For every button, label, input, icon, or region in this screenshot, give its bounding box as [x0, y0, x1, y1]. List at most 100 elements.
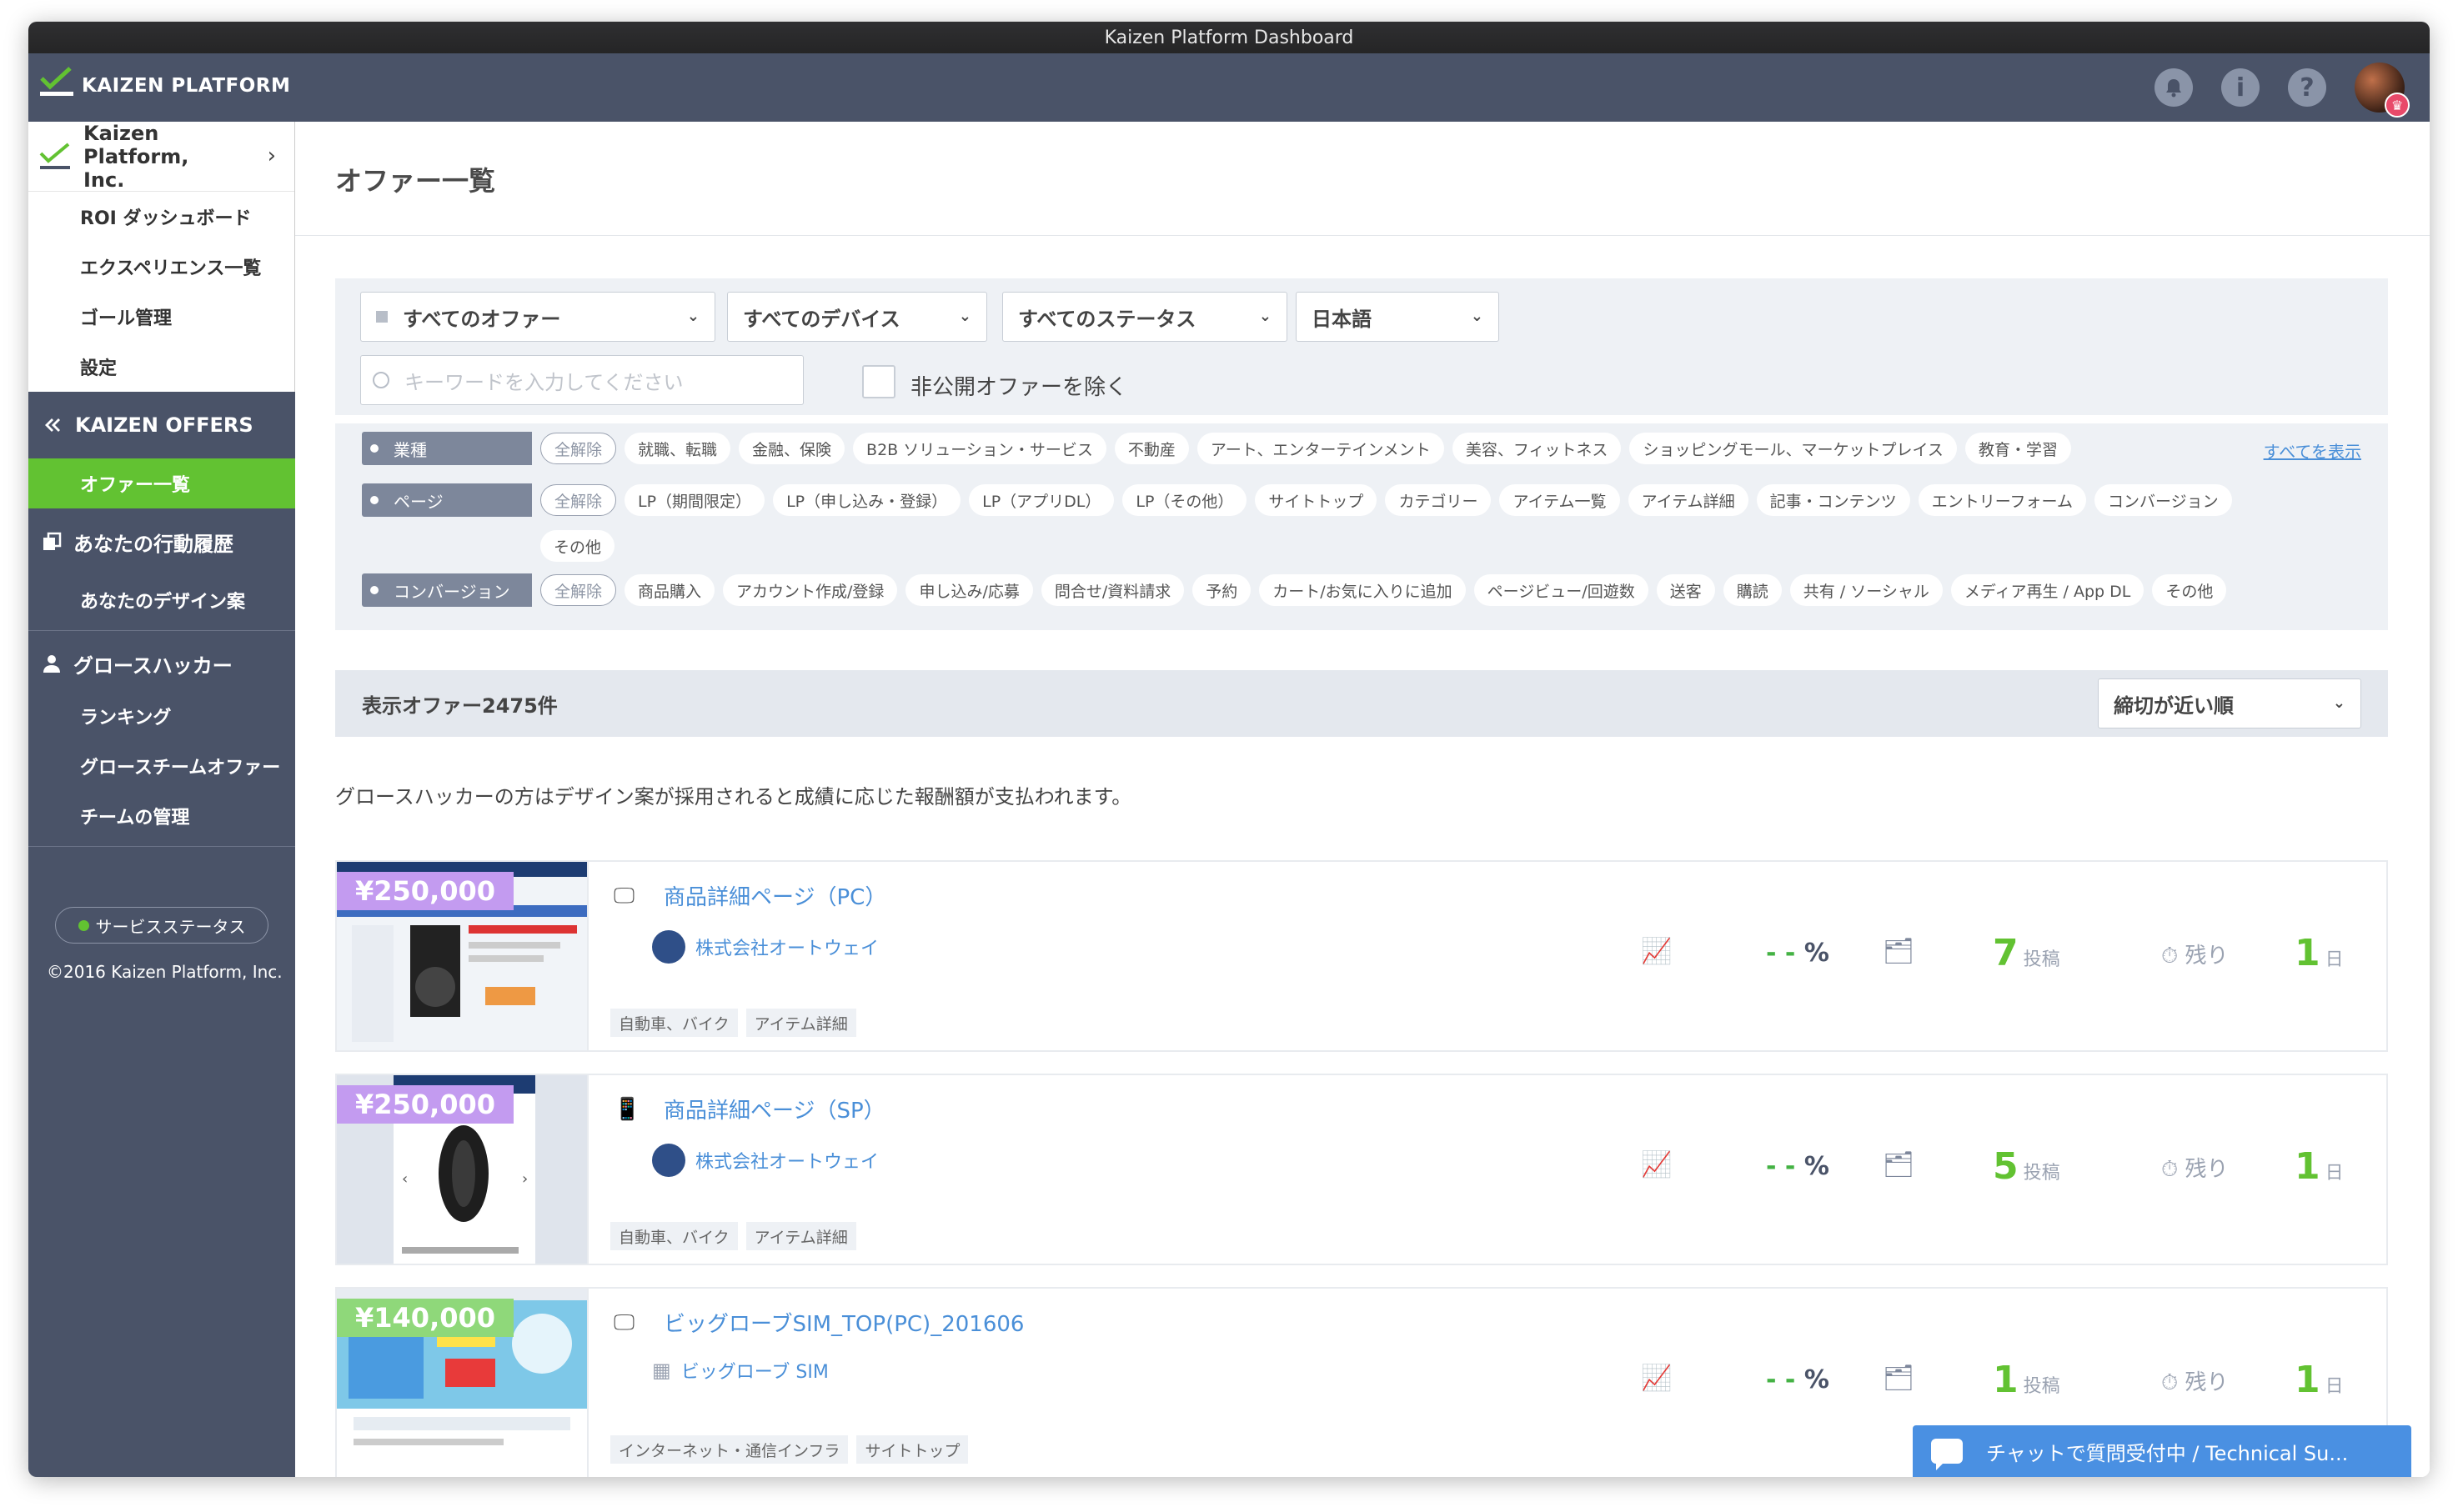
posts-value: 1 — [1993, 1359, 2019, 1401]
sidebar-item-experience-list[interactable]: エクスペリエンス一覧 — [28, 242, 294, 292]
sidebar-item-offer-list[interactable]: オファー一覧 — [28, 458, 295, 508]
tag-chip[interactable]: 共有 / ソーシャル — [1789, 574, 1943, 606]
select-value: すべてのデバイス — [743, 307, 900, 331]
tag-chip[interactable]: LP（その他） — [1122, 484, 1247, 516]
tag-chip[interactable]: 購読 — [1723, 574, 1782, 606]
tag-chip[interactable]: LP（申し込み・登録） — [773, 484, 961, 516]
kaizen-logo[interactable]: KAIZEN PLATFORM — [38, 65, 290, 98]
tag-chip[interactable]: 美容、フィットネス — [1452, 433, 1622, 464]
exclude-private-checkbox[interactable] — [862, 365, 895, 398]
remaining-label: ⏱ 残り — [2161, 1365, 2229, 1396]
tag-chip[interactable]: サイトトップ — [1255, 484, 1377, 516]
clear-page-button[interactable]: 全解除 — [540, 484, 617, 516]
clear-conversion-button[interactable]: 全解除 — [540, 574, 617, 606]
offer-card[interactable]: ‹ › ¥250,000 📱 商品詳細ページ（SP） 株式会社オートウェイ 自動… — [335, 1074, 2388, 1265]
tag-chip[interactable]: メディア再生 / App DL — [1950, 574, 2144, 606]
exclude-private-label: 非公開オファーを除く — [910, 375, 1128, 400]
tag-chip[interactable]: ショッピングモール、マーケットプレイス — [1629, 433, 1957, 464]
tag-chip[interactable]: アカウント作成/登録 — [723, 574, 898, 606]
offer-type-select[interactable]: すべてのオファー ⌄ — [360, 292, 715, 342]
remain-text: 残り — [2185, 1370, 2229, 1395]
chat-bubble-icon — [1931, 1439, 1963, 1470]
tag-chip[interactable]: 問合せ/資料請求 — [1041, 574, 1185, 606]
offer-thumbnail[interactable]: ‹ › ¥250,000 — [337, 1075, 589, 1264]
user-avatar[interactable]: ♛ — [2355, 63, 2410, 118]
stopwatch-icon: ⏱ — [2161, 944, 2179, 969]
tag-filter-panel: 業種 全解除 就職、転職 金融、保険 B2B ソリューション・サービス 不動産 … — [335, 423, 2388, 630]
offer-thumbnail[interactable]: ¥140,000 — [337, 1289, 589, 1477]
tag-chip[interactable]: 記事・コンテンツ — [1756, 484, 1910, 516]
company-link[interactable]: ▦ ビッグローブ SIM — [652, 1357, 829, 1384]
tag-chip[interactable]: 就職、転職 — [625, 433, 731, 464]
dot-icon — [370, 444, 379, 453]
clear-industry-button[interactable]: 全解除 — [540, 433, 617, 464]
sidebar-item-roi-dashboard[interactable]: ROI ダッシュボード — [28, 192, 294, 242]
tag-chip[interactable]: アイテム一覧 — [1499, 484, 1620, 516]
bell-icon[interactable] — [2155, 68, 2193, 107]
price-badge: ¥250,000 — [337, 872, 514, 910]
days-value: 1 — [2295, 1359, 2320, 1401]
offer-title[interactable]: 商品詳細ページ（SP） — [664, 1094, 885, 1124]
sidebar-item-label: エクスペリエンス一覧 — [80, 258, 262, 279]
documents-icon: 🗂 — [1883, 1150, 1915, 1179]
show-all-link[interactable]: すべてを表示 — [2264, 438, 2361, 463]
posts-unit: 投稿 — [2023, 1376, 2060, 1397]
tag-chip[interactable]: 教育・学習 — [1964, 433, 2071, 464]
language-select[interactable]: 日本語 ⌄ — [1296, 292, 1499, 342]
tag-chip[interactable]: カテゴリー — [1385, 484, 1492, 516]
tag-chip[interactable]: アイテム詳細 — [1628, 484, 1748, 516]
tag-chip[interactable]: 申し込み/応募 — [905, 574, 1033, 606]
chat-widget-button[interactable]: チャットで質問受付中 / Technical Su... — [1913, 1425, 2411, 1477]
tag-chip[interactable]: 予約 — [1192, 574, 1252, 606]
tag-chip[interactable]: 商品購入 — [625, 574, 715, 606]
tag-chip[interactable]: エントリーフォーム — [1918, 484, 2086, 516]
tag-chip[interactable]: アート、エンターテインメント — [1196, 433, 1444, 464]
post-count: 5 投稿 — [1993, 1145, 2060, 1188]
sidebar-item-your-designs[interactable]: あなたのデザイン案 — [28, 575, 295, 625]
posts-unit: 投稿 — [2023, 1163, 2060, 1184]
tag-chip[interactable]: その他 — [540, 530, 615, 562]
tag-chip[interactable]: カート/お気に入りに追加 — [1259, 574, 1466, 606]
sidebar-item-settings[interactable]: 設定 — [28, 342, 294, 392]
industry-tag-row: 業種 全解除 就職、転職 金融、保険 B2B ソリューション・サービス 不動産 … — [362, 432, 2246, 465]
sidebar-item-team-management[interactable]: チームの管理 — [28, 791, 295, 841]
org-switcher[interactable]: Kaizen Platform, Inc. › — [28, 122, 294, 192]
info-icon[interactable]: i — [2221, 68, 2260, 107]
tag-chip[interactable]: B2B ソリューション・サービス — [853, 433, 1106, 464]
tag-chip[interactable]: LP（アプリDL） — [969, 484, 1115, 516]
company-link[interactable]: 株式会社オートウェイ — [652, 1144, 879, 1177]
sort-select[interactable]: 締切が近い順 ⌄ — [2098, 678, 2361, 728]
section-kaizen-offers[interactable]: KAIZEN OFFERS — [28, 392, 295, 458]
days-remaining: 1日 — [2295, 1359, 2344, 1401]
company-link[interactable]: 株式会社オートウェイ — [652, 930, 879, 964]
section-growth-hacker[interactable]: グロースハッカー — [28, 636, 295, 691]
sidebar-item-growth-team-offers[interactable]: グロースチームオファー — [28, 741, 295, 791]
offer-tag: インターネット・通信インフラ — [610, 1435, 849, 1464]
device-select[interactable]: すべてのデバイス ⌄ — [727, 292, 987, 342]
section-action-history[interactable]: あなたの行動履歴 — [28, 508, 295, 575]
top-icons: i ? ♛ — [2155, 63, 2410, 118]
keyword-search-input[interactable]: キーワードを入力してください — [360, 355, 804, 405]
tag-chip[interactable]: ページビュー/回遊数 — [1473, 574, 1648, 606]
offer-thumbnail[interactable]: ¥250,000 — [337, 862, 589, 1050]
tag-chip[interactable]: その他 — [2152, 574, 2227, 606]
tag-chip[interactable]: 不動産 — [1114, 433, 1189, 464]
sidebar-item-goal-management[interactable]: ゴール管理 — [28, 292, 294, 342]
tag-chip[interactable]: 金融、保険 — [739, 433, 845, 464]
chevron-down-icon: ⌄ — [686, 308, 700, 325]
tag-chip[interactable]: コンバージョン — [2094, 484, 2232, 516]
sidebar-item-ranking[interactable]: ランキング — [28, 691, 295, 741]
sidebar-item-label: グロースチームオファー — [80, 758, 281, 779]
service-status-button[interactable]: サービスステータス — [55, 907, 268, 944]
offer-title[interactable]: ビッグローブSIM_TOP(PC)_201606 — [664, 1307, 1024, 1338]
help-icon[interactable]: ? — [2288, 68, 2326, 107]
tag-chip[interactable]: 送客 — [1656, 574, 1715, 606]
offer-tag: 自動車、バイク — [610, 1222, 738, 1250]
search-icon — [373, 372, 389, 388]
offer-title[interactable]: 商品詳細ページ（PC） — [664, 880, 886, 911]
status-select[interactable]: すべてのステータス ⌄ — [1002, 292, 1287, 342]
offer-tags: 自動車、バイク アイテム詳細 — [610, 1222, 856, 1250]
offer-card[interactable]: ¥250,000 🖵 商品詳細ページ（PC） 株式会社オートウェイ 自動車、バイ… — [335, 860, 2388, 1052]
tag-chip[interactable]: LP（期間限定） — [625, 484, 765, 516]
crown-icon: ♛ — [2385, 93, 2410, 118]
